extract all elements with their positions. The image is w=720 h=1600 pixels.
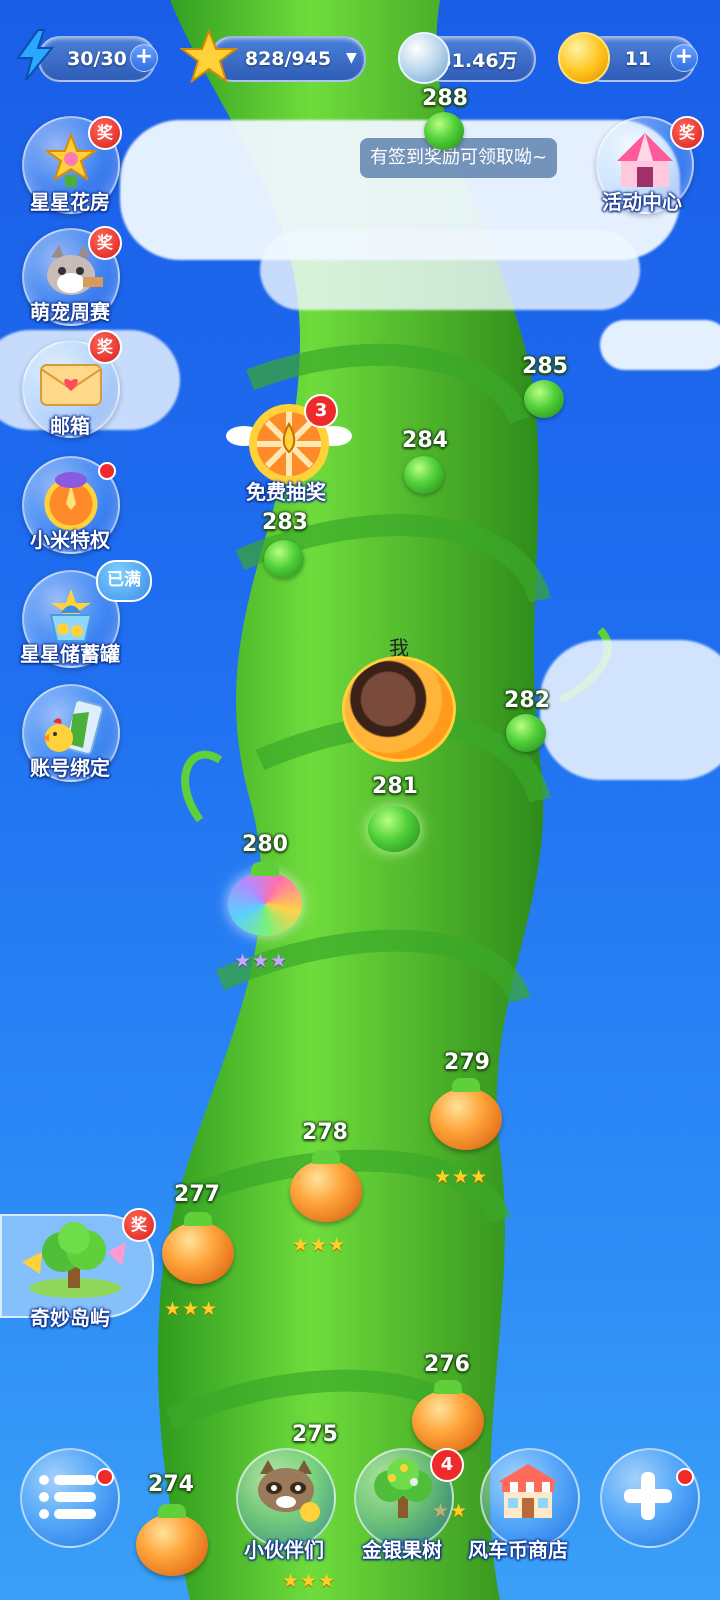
level-stars: ★★★	[282, 1570, 337, 1592]
level-number: 277	[174, 1182, 220, 1207]
lightning-icon	[16, 29, 55, 81]
level-pod	[264, 540, 304, 578]
level-number: 278	[302, 1120, 348, 1145]
fruit-tree-icon	[374, 1458, 432, 1518]
xiaomi-privilege-label: 小米特权	[30, 528, 110, 552]
star-piggy-bank-label: 星星储蓄罐	[20, 642, 120, 666]
wondrous-island-label: 奇妙岛屿	[30, 1306, 110, 1330]
level-number: 288	[422, 86, 468, 111]
raccoon-icon	[258, 1460, 320, 1522]
menu-icon	[39, 1475, 96, 1519]
level-number: 283	[262, 510, 308, 535]
notification-dot	[676, 1468, 694, 1486]
level-pod	[136, 1514, 208, 1576]
activity-center-label: 活动中心	[602, 190, 682, 214]
level-stars: ★★★	[434, 1166, 489, 1188]
cloud	[600, 320, 720, 370]
account-bind-icon	[43, 699, 103, 756]
prize-badge: 奖	[670, 116, 704, 150]
level-number: 276	[424, 1352, 470, 1377]
free-lucky-draw-label: 免费抽奖	[246, 480, 326, 504]
stars-value: 828/945	[244, 48, 332, 70]
level-pod	[412, 1390, 484, 1452]
avatar-icon	[342, 656, 456, 762]
shop-icon	[498, 1464, 558, 1518]
level-number: 280	[242, 832, 288, 857]
chevron-down-icon[interactable]: ▼	[346, 50, 357, 66]
add-coins-button[interactable]: +	[670, 44, 698, 72]
pearls-value: 51.46万	[438, 49, 518, 72]
windmill-shop-label: 风车币商店	[468, 1538, 568, 1562]
coin-icon	[558, 32, 610, 84]
pearl-icon	[398, 32, 450, 84]
level-number: 284	[402, 428, 448, 453]
energy-value: 30/30	[67, 48, 127, 70]
level-pod	[506, 714, 546, 752]
mailbox-label: 邮箱	[50, 414, 90, 438]
cloud	[260, 230, 640, 310]
draw-count-badge: 3	[304, 394, 338, 428]
plus-icon	[624, 1472, 672, 1520]
level-pod	[524, 380, 564, 418]
level-stars: ★★★	[234, 950, 289, 972]
level-pod	[368, 806, 420, 852]
level-pod	[290, 1160, 362, 1222]
level-number: 282	[504, 688, 550, 713]
level-pod	[430, 1088, 502, 1150]
level-pod	[228, 872, 302, 936]
full-badge: 已满	[96, 560, 152, 602]
flower-house-label: 星星花房	[30, 190, 110, 214]
level-number: 275	[292, 1422, 338, 1447]
star-icon	[180, 28, 238, 84]
prize-badge: 奖	[88, 330, 122, 364]
mail-icon	[40, 364, 102, 407]
notification-dot	[98, 462, 116, 480]
privilege-icon	[44, 472, 98, 531]
coins-value: 11	[624, 48, 652, 70]
level-pod	[424, 112, 464, 150]
level-number: 285	[522, 354, 568, 379]
tree-count-badge: 4	[430, 1448, 464, 1482]
prize-badge: 奖	[122, 1208, 156, 1242]
account-binding-label: 账号绑定	[30, 756, 110, 780]
level-pod	[404, 456, 444, 494]
level-stars: ★★★	[292, 1234, 347, 1256]
piggy-bank-icon	[49, 589, 93, 643]
notification-dot	[96, 1468, 114, 1486]
level-number: 281	[372, 774, 418, 799]
level-number: 274	[148, 1472, 194, 1497]
level-number: 279	[444, 1050, 490, 1075]
level-stars: ★★★	[164, 1298, 219, 1320]
tree-island-icon	[22, 1222, 126, 1298]
prize-badge: 奖	[88, 116, 122, 150]
prize-badge: 奖	[88, 226, 122, 260]
level-pod	[162, 1222, 234, 1284]
add-energy-button[interactable]: +	[130, 44, 158, 72]
circus-tent-icon	[617, 133, 673, 188]
pet-contest-label: 萌宠周赛	[30, 300, 110, 324]
